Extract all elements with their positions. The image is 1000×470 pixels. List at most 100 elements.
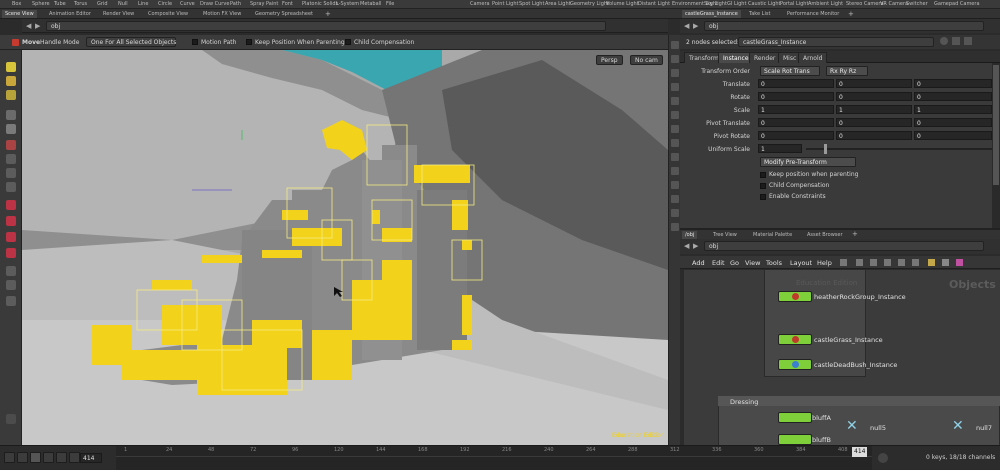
color-icon[interactable]: [956, 259, 963, 266]
flipbook-icon[interactable]: [671, 209, 679, 217]
tab-obj[interactable]: /obj: [682, 231, 698, 239]
pose-tool-icon[interactable]: [6, 154, 16, 164]
snapshot-icon[interactable]: [671, 181, 679, 189]
flag-icon[interactable]: [898, 259, 905, 266]
prev-key-icon[interactable]: [17, 452, 28, 463]
shelf-box[interactable]: Box: [12, 1, 21, 7]
note-icon[interactable]: [928, 259, 935, 266]
timeline-track[interactable]: 1 24 48 72 96 120 144 168 192 216 240 26…: [116, 446, 872, 470]
net-back-icon[interactable]: ◀: [684, 242, 689, 250]
menu-add[interactable]: Add: [692, 259, 705, 267]
rotate-tool-icon[interactable]: [6, 90, 16, 100]
node-bluffa[interactable]: [778, 412, 812, 423]
shelf-vr-camera[interactable]: VR Camera: [880, 1, 908, 7]
snap-icon[interactable]: [884, 259, 891, 266]
layout-icon[interactable]: [942, 259, 949, 266]
shelf-sky-light[interactable]: Sky Light: [704, 1, 727, 7]
normals-icon[interactable]: [671, 97, 679, 105]
wireframe-icon[interactable]: [671, 55, 679, 63]
pin-icon[interactable]: [964, 37, 972, 45]
tab-castlegrass-instance[interactable]: castleGrass_Instance: [682, 10, 741, 18]
param-forward-icon[interactable]: ▶: [693, 22, 698, 30]
pivot-translate-z-field[interactable]: 0: [914, 118, 992, 127]
shelf-circle[interactable]: Circle: [158, 1, 172, 7]
shelf-gamepad-camera[interactable]: Gamepad Camera: [934, 1, 980, 7]
display-flag-icon[interactable]: [912, 259, 919, 266]
tab-scene-view[interactable]: Scene View: [2, 10, 37, 18]
pivot-translate-y-field[interactable]: 0: [836, 118, 912, 127]
stop-icon[interactable]: [30, 452, 41, 463]
shelf-path[interactable]: Path: [230, 1, 241, 7]
menu-view[interactable]: View: [745, 259, 760, 267]
shelf-point-light[interactable]: Point Light: [492, 1, 518, 7]
translate-z-field[interactable]: 0: [914, 79, 992, 88]
shelf-volume-light[interactable]: Volume Light: [606, 1, 639, 7]
menu-go[interactable]: Go: [730, 259, 739, 267]
viewport-path-field[interactable]: obj: [46, 21, 606, 31]
shelf-gi-light[interactable]: GI Light: [727, 1, 746, 7]
shelf-spot-light[interactable]: Spot Light: [519, 1, 544, 7]
viewport-options-icon[interactable]: [6, 414, 16, 424]
net-forward-icon[interactable]: ▶: [693, 242, 698, 250]
network-path-field[interactable]: obj: [704, 241, 984, 251]
keep-position-checkbox[interactable]: [246, 39, 252, 45]
shaded-icon[interactable]: [671, 69, 679, 77]
translate-x-field[interactable]: 0: [758, 79, 834, 88]
rotate-z-field[interactable]: 0: [914, 92, 992, 101]
child-compensation-checkbox[interactable]: [760, 183, 766, 189]
select-tool-icon[interactable]: [6, 62, 16, 72]
tab-geometry-spreadsheet[interactable]: Geometry Spreadsheet: [252, 10, 316, 18]
menu-edit[interactable]: Edit: [712, 259, 725, 267]
visibility-icon[interactable]: [671, 167, 679, 175]
snap-point-icon[interactable]: [6, 200, 16, 210]
param-scrollbar-thumb[interactable]: [993, 65, 999, 185]
menu-tools[interactable]: Tools: [766, 259, 782, 267]
shelf-switcher[interactable]: Switcher: [906, 1, 928, 7]
camera-icon[interactable]: [671, 139, 679, 147]
tab-render-view[interactable]: Render View: [100, 10, 137, 18]
add-tab-icon[interactable]: +: [325, 10, 331, 18]
scale-z-field[interactable]: 1: [914, 105, 992, 114]
handle-icon[interactable]: [6, 140, 16, 150]
lights-icon[interactable]: [671, 125, 679, 133]
scale-tool-icon[interactable]: [6, 110, 16, 120]
snap-prim-icon[interactable]: [6, 232, 16, 242]
display-option-icon[interactable]: [671, 41, 679, 49]
pivot-rotate-y-field[interactable]: 0: [836, 131, 912, 140]
tab-composite-view[interactable]: Composite View: [145, 10, 191, 18]
back-icon[interactable]: ◀: [26, 22, 31, 30]
shading-tool-icon[interactable]: [6, 280, 16, 290]
select-mode-dropdown[interactable]: One For All Selected Objects: [86, 37, 176, 47]
shelf-torus[interactable]: Torus: [74, 1, 87, 7]
tab-material-palette[interactable]: Material Palette: [750, 231, 795, 239]
list-view-icon[interactable]: [870, 259, 877, 266]
shelf-sphere[interactable]: Sphere: [32, 1, 50, 7]
ghost-icon[interactable]: [671, 111, 679, 119]
brush-tool-icon[interactable]: [6, 182, 16, 192]
shelf-stereo-camera[interactable]: Stereo Camera: [846, 1, 884, 7]
uniform-scale-slider-handle[interactable]: [824, 144, 827, 154]
rotate-y-field[interactable]: 0: [836, 92, 912, 101]
shelf-geometry-light[interactable]: Geometry Light: [570, 1, 609, 7]
play-icon[interactable]: [43, 452, 54, 463]
scale-x-field[interactable]: 1: [758, 105, 834, 114]
menu-layout[interactable]: Layout: [790, 259, 812, 267]
child-compensation-checkbox[interactable]: [345, 39, 351, 45]
tab-motion-fx-view[interactable]: Motion FX View: [200, 10, 244, 18]
tab-arnold[interactable]: Arnold: [798, 52, 828, 63]
node-name-field[interactable]: castleGrass_Instance: [738, 37, 934, 47]
tab-animation-editor[interactable]: Animation Editor: [46, 10, 94, 18]
camera-menu-persp[interactable]: Persp: [596, 55, 623, 65]
move-tool-icon[interactable]: [6, 76, 16, 86]
add-network-tab-icon[interactable]: +: [852, 230, 858, 238]
shelf-ambient-light[interactable]: Ambient Light: [808, 1, 843, 7]
dressing-box-header[interactable]: [718, 396, 1000, 406]
grid-icon[interactable]: [671, 153, 679, 161]
param-path-field[interactable]: obj: [704, 21, 984, 31]
param-back-icon[interactable]: ◀: [684, 22, 689, 30]
network-editor[interactable]: Objects Education Edition heatherRockGro…: [684, 270, 1000, 445]
shelf-tube[interactable]: Tube: [54, 1, 66, 7]
uniform-scale-field[interactable]: 1: [758, 144, 802, 153]
shelf-metaball[interactable]: Metaball: [360, 1, 381, 7]
modify-pre-transform-button[interactable]: Modify Pre-Transform: [760, 157, 856, 167]
